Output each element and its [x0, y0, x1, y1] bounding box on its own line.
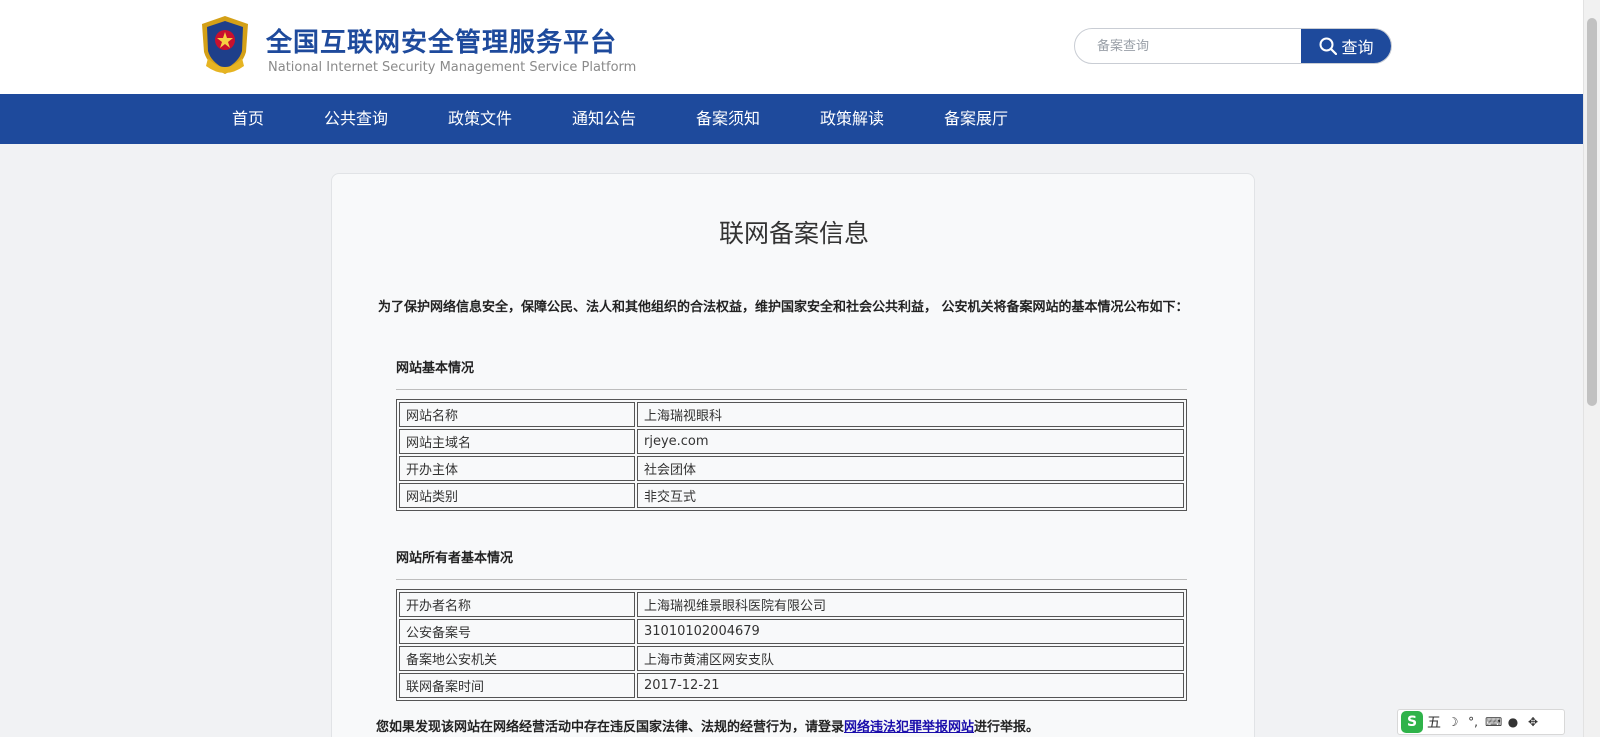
owner-info-table: 开办者名称 上海瑞视维景眼科医院有限公司 公安备案号 3101010200467…	[396, 589, 1187, 701]
user-icon[interactable]: ●	[1505, 715, 1521, 729]
table-row: 网站主域名 rjeye.com	[399, 429, 1184, 454]
table-cell-value: rjeye.com	[637, 429, 1184, 454]
nav-item-filing-guide[interactable]: 备案须知	[696, 94, 760, 144]
filing-info-panel: 联网备案信息 为了保护网络信息安全，保障公民、法人和其他组织的合法权益，维护国家…	[331, 173, 1255, 737]
table-cell-value: 上海瑞视维景眼科医院有限公司	[637, 592, 1184, 617]
table-row: 备案地公安机关 上海市黄浦区网安支队	[399, 646, 1184, 671]
divider	[396, 579, 1187, 580]
ime-toolbar: S 五 ☽ °, ⌨ ● ✥	[1397, 709, 1565, 735]
table-row: 网站名称 上海瑞视眼科	[399, 402, 1184, 427]
table-cell-value: 社会团体	[637, 456, 1184, 481]
table-cell-key: 联网备案时间	[399, 673, 635, 698]
search-icon	[1319, 37, 1338, 55]
main-nav: 首页 公共查询 政策文件 通知公告 备案须知 政策解读 备案展厅	[0, 94, 1583, 144]
table-row: 公安备案号 31010102004679	[399, 619, 1184, 644]
table-row: 开办者名称 上海瑞视维景眼科医院有限公司	[399, 592, 1184, 617]
nav-item-public-query[interactable]: 公共查询	[324, 94, 388, 144]
table-cell-value: 31010102004679	[637, 619, 1184, 644]
site-title[interactable]: 全国互联网安全管理服务平台	[266, 22, 617, 59]
report-notice: 您如果发现该网站在网络经营活动中存在违反国家法律、法规的经营行为，请登录网络违法…	[376, 716, 1039, 735]
section-heading-owner-info: 网站所有者基本情况	[396, 551, 514, 566]
grid-menu-icon[interactable]: ✥	[1525, 715, 1541, 729]
report-suffix: 进行举报。	[974, 720, 1040, 735]
search-box: 查询	[1074, 28, 1392, 64]
table-row: 联网备案时间 2017-12-21	[399, 673, 1184, 698]
table-cell-key: 网站名称	[399, 402, 635, 427]
table-cell-key: 开办主体	[399, 456, 635, 481]
table-cell-key: 网站主域名	[399, 429, 635, 454]
section-heading-site-info: 网站基本情况	[396, 361, 475, 376]
scrollbar-thumb[interactable]	[1587, 18, 1597, 406]
table-cell-key: 公安备案号	[399, 619, 635, 644]
report-link[interactable]: 网络违法犯罪举报网站	[844, 720, 974, 735]
sogou-logo-icon[interactable]: S	[1401, 711, 1423, 733]
header: 全国互联网安全管理服务平台 National Internet Security…	[0, 0, 1583, 94]
keyboard-icon[interactable]: ⌨	[1485, 715, 1502, 729]
page-title: 联网备案信息	[718, 219, 869, 248]
table-cell-key: 网站类别	[399, 483, 635, 508]
site-info-table: 网站名称 上海瑞视眼科 网站主域名 rjeye.com 开办主体 社会团体 网站…	[396, 399, 1187, 511]
table-cell-value: 非交互式	[637, 483, 1184, 508]
table-row: 网站类别 非交互式	[399, 483, 1184, 508]
nav-item-policy-docs[interactable]: 政策文件	[448, 94, 512, 144]
punctuation-icon[interactable]: °,	[1465, 715, 1481, 729]
page-scrollbar[interactable]	[1583, 0, 1600, 737]
table-cell-value: 上海市黄浦区网安支队	[637, 646, 1184, 671]
table-cell-key: 开办者名称	[399, 592, 635, 617]
police-emblem-icon[interactable]	[196, 14, 254, 78]
report-prefix: 您如果发现该网站在网络经营活动中存在违反国家法律、法规的经营行为，请登录	[376, 720, 845, 735]
search-button[interactable]: 查询	[1301, 29, 1391, 63]
table-cell-value: 上海瑞视眼科	[637, 402, 1184, 427]
table-cell-value: 2017-12-21	[637, 673, 1184, 698]
table-row: 开办主体 社会团体	[399, 456, 1184, 481]
nav-item-filing-hall[interactable]: 备案展厅	[944, 94, 1008, 144]
site-subtitle: National Internet Security Management Se…	[268, 60, 637, 75]
search-input[interactable]	[1075, 29, 1303, 63]
nav-item-policy-interpretation[interactable]: 政策解读	[820, 94, 884, 144]
divider	[396, 389, 1187, 390]
table-cell-key: 备案地公安机关	[399, 646, 635, 671]
nav-item-notices[interactable]: 通知公告	[572, 94, 636, 144]
intro-text: 为了保护网络信息安全，保障公民、法人和其他组织的合法权益，维护国家安全和社会公共…	[378, 300, 1189, 315]
moon-icon[interactable]: ☽	[1445, 715, 1461, 729]
nav-item-home[interactable]: 首页	[232, 94, 264, 144]
search-button-label: 查询	[1341, 38, 1374, 57]
ime-mode[interactable]: 五	[1427, 712, 1441, 732]
